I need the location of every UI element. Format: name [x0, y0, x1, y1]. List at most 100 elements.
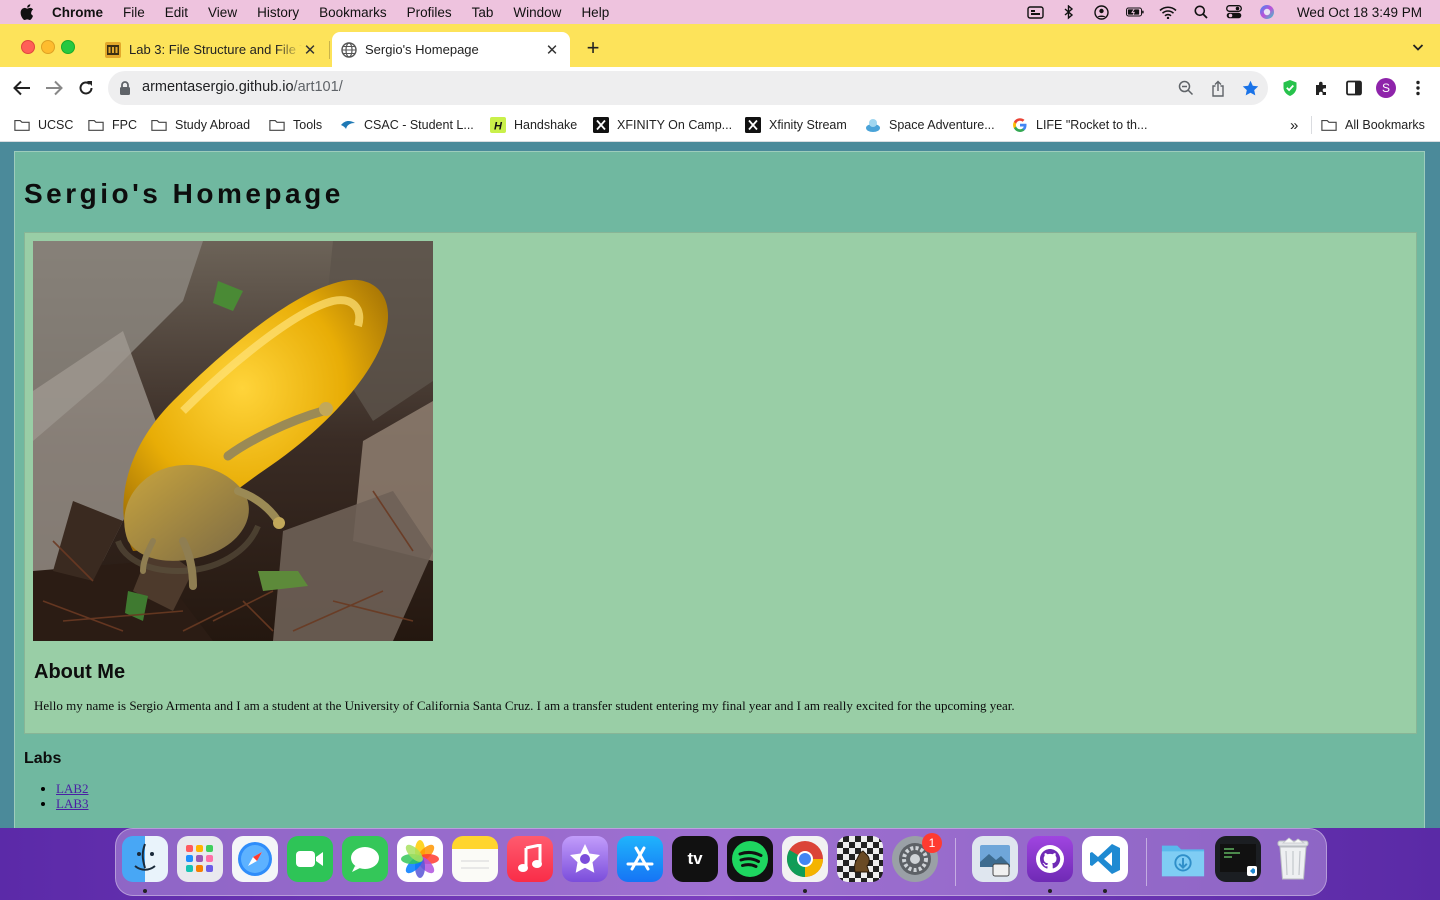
menu-edit[interactable]: Edit — [165, 5, 188, 20]
github-desktop-icon[interactable] — [1027, 836, 1073, 882]
bookmark-label: FPC — [112, 118, 137, 132]
tab-close-icon[interactable]: ✕ — [544, 42, 560, 59]
lab2-link[interactable]: LAB2 — [56, 781, 89, 796]
bluetooth-icon[interactable] — [1060, 4, 1078, 20]
launchpad-icon[interactable] — [177, 836, 223, 882]
battery-icon[interactable] — [1125, 4, 1144, 20]
bookmark-label: Space Adventure... — [889, 118, 995, 132]
menu-bookmarks[interactable]: Bookmarks — [319, 5, 387, 20]
chevron-down-icon[interactable] — [1412, 41, 1424, 53]
finder-icon[interactable] — [122, 836, 168, 882]
reload-icon[interactable] — [76, 78, 96, 98]
new-tab-button[interactable]: + — [583, 37, 603, 59]
settings-notification-badge: 1 — [922, 833, 942, 853]
window-fullscreen-button[interactable] — [61, 40, 75, 54]
menu-help[interactable]: Help — [581, 5, 609, 20]
menu-tab[interactable]: Tab — [472, 5, 494, 20]
terminal-icon[interactable] — [1215, 836, 1261, 882]
menu-view[interactable]: View — [208, 5, 237, 20]
bookmark-life-rocket[interactable]: LIFE "Rocket to th... — [1012, 115, 1147, 135]
bookmark-label: Handshake — [514, 118, 578, 132]
bookmark-star-icon[interactable] — [1241, 79, 1259, 97]
menu-app-name[interactable]: Chrome — [52, 5, 103, 20]
apple-tv-icon[interactable]: tv — [672, 836, 718, 882]
photos-icon[interactable] — [397, 836, 443, 882]
preview-icon[interactable] — [972, 836, 1018, 882]
folder-icon — [14, 117, 30, 133]
bookmark-xfinity-stream[interactable]: Xfinity Stream — [745, 115, 847, 135]
shield-extension-icon[interactable] — [1280, 78, 1300, 98]
bookmark-xfinity-campus[interactable]: XFINITY On Camp... — [593, 115, 732, 135]
safari-icon[interactable] — [232, 836, 278, 882]
imovie-icon[interactable] — [562, 836, 608, 882]
notes-icon[interactable] — [452, 836, 498, 882]
puzzle-extensions-icon[interactable] — [1312, 78, 1332, 98]
profile-avatar[interactable]: S — [1376, 78, 1396, 98]
chrome-icon[interactable] — [782, 836, 828, 882]
downloads-folder-icon[interactable] — [1160, 836, 1206, 882]
banana-slug-photo — [33, 241, 433, 641]
menu-window[interactable]: Window — [513, 5, 561, 20]
vscode-icon[interactable] — [1082, 836, 1128, 882]
address-bar[interactable]: armentasergio.github.io/art101/ — [108, 71, 1268, 105]
chess-icon[interactable] — [837, 836, 883, 882]
user-account-icon[interactable] — [1093, 4, 1111, 20]
siri-icon[interactable] — [1258, 4, 1276, 20]
zoom-icon[interactable] — [1177, 79, 1195, 97]
bookmark-label: LIFE "Rocket to th... — [1036, 118, 1148, 132]
window-close-button[interactable] — [21, 40, 35, 54]
bookmark-handshake[interactable]: H Handshake — [490, 115, 577, 135]
all-bookmarks-button[interactable]: All Bookmarks — [1321, 115, 1425, 135]
list-item: LAB2 — [56, 781, 89, 796]
window-minimize-button[interactable] — [41, 40, 55, 54]
dock-separator — [955, 838, 956, 886]
tab-sergios-homepage[interactable]: Sergio's Homepage ✕ — [332, 32, 570, 67]
overflow-chevron: » — [1290, 116, 1299, 134]
menu-file[interactable]: File — [123, 5, 145, 20]
spotlight-search-icon[interactable] — [1192, 4, 1210, 20]
folder-icon — [1321, 117, 1337, 133]
forward-arrow-icon[interactable] — [44, 78, 64, 98]
bookmark-folder-fpc[interactable]: FPC — [88, 115, 137, 135]
url-path: /art101/ — [293, 79, 343, 95]
lock-icon[interactable] — [118, 80, 132, 96]
messages-icon[interactable] — [342, 836, 388, 882]
control-center-icon[interactable] — [1225, 4, 1243, 20]
tab-divider — [329, 41, 330, 59]
bookmarks-overflow-button[interactable]: » — [1290, 115, 1298, 135]
menu-bar-clock[interactable]: Wed Oct 18 3:49 PM — [1297, 5, 1422, 20]
bookmark-label: Xfinity Stream — [769, 118, 847, 132]
bookmark-csac[interactable]: CSAC - Student L... — [340, 115, 474, 135]
tab-lab3[interactable]: Lab 3: File Structure and File Transfer … — [96, 32, 328, 67]
share-icon[interactable] — [1209, 79, 1227, 97]
bookmark-space-adventure[interactable]: Space Adventure... — [865, 115, 995, 135]
apple-logo-icon[interactable] — [20, 4, 34, 20]
bookmark-folder-study-abroad[interactable]: Study Abroad — [151, 115, 250, 135]
back-arrow-icon[interactable] — [12, 78, 32, 98]
lab3-link[interactable]: LAB3 — [56, 796, 89, 811]
menu-history[interactable]: History — [257, 5, 299, 20]
folder-icon — [151, 117, 167, 133]
trash-icon[interactable] — [1270, 836, 1316, 882]
facetime-icon[interactable] — [287, 836, 333, 882]
music-icon[interactable] — [507, 836, 553, 882]
bookmark-folder-ucsc[interactable]: UCSC — [14, 115, 73, 135]
url-text[interactable]: armentasergio.github.io/art101/ — [142, 79, 343, 95]
bookmark-folder-tools[interactable]: Tools — [269, 115, 322, 135]
display-icon[interactable] — [1027, 4, 1045, 20]
bookmarks-bar: UCSC FPC Study Abroad Tools CSAC - Stude… — [0, 109, 1440, 142]
vscode-running-indicator — [1103, 889, 1107, 893]
csac-icon — [340, 117, 356, 133]
bookmark-label: CSAC - Student L... — [364, 118, 474, 132]
app-store-icon[interactable] — [617, 836, 663, 882]
side-panel-icon[interactable] — [1344, 78, 1364, 98]
space-adventure-icon — [865, 117, 881, 133]
wifi-icon[interactable] — [1159, 4, 1177, 20]
spotify-icon[interactable] — [727, 836, 773, 882]
github-running-indicator — [1048, 889, 1052, 893]
more-menu-icon[interactable] — [1408, 78, 1428, 98]
menu-profiles[interactable]: Profiles — [407, 5, 452, 20]
tab-close-icon[interactable]: ✕ — [302, 42, 318, 59]
google-icon — [1012, 117, 1028, 133]
bookmark-label: Tools — [293, 118, 323, 132]
